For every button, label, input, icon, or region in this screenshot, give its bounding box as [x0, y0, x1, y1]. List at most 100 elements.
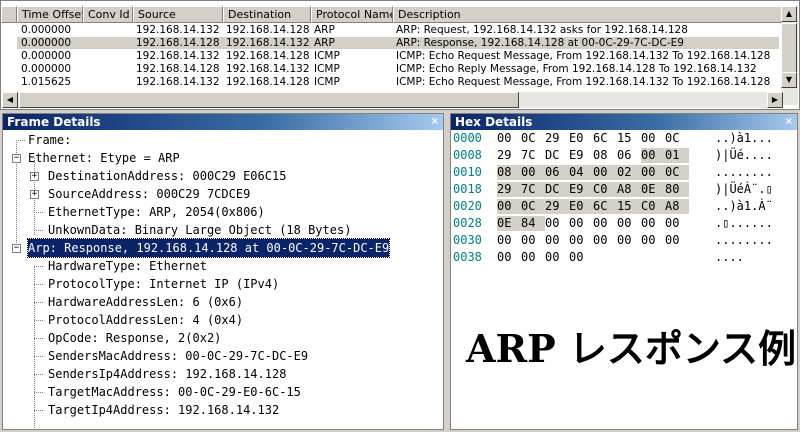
hex-byte[interactable]: 00	[497, 199, 521, 214]
scroll-up-icon[interactable]: ▲	[781, 6, 797, 22]
tree-item-target-mac[interactable]: TargetMacAddress: 00-0C-29-E0-6C-15	[48, 383, 301, 401]
hex-byte[interactable]: 0E	[497, 216, 521, 231]
hex-byte[interactable]: 00	[617, 216, 641, 231]
close-icon[interactable]: ×	[431, 114, 439, 130]
tree-item-opcode[interactable]: OpCode: Response, 2(0x2)	[48, 329, 221, 347]
hex-row[interactable]: 0010 08 00 06 04 00 02 00 0C........	[453, 165, 773, 182]
hex-byte[interactable]: 00	[545, 216, 569, 231]
column-header-protocol-name[interactable]: Protocol Name	[311, 6, 393, 23]
tree-item-source-address[interactable]: SourceAddress: 000C29 7CDCE9	[48, 185, 250, 203]
hex-byte[interactable]: 00	[569, 250, 593, 265]
expand-icon[interactable]: +	[30, 190, 39, 199]
expand-icon[interactable]: +	[30, 172, 39, 181]
hex-byte[interactable]: 00	[617, 233, 641, 248]
hex-byte[interactable]: 06	[617, 148, 641, 163]
hex-byte[interactable]: 80	[665, 182, 689, 197]
hex-byte[interactable]: 29	[497, 148, 521, 163]
tree-item-ethernet-type[interactable]: EthernetType: ARP, 2054(0x806)	[48, 203, 265, 221]
hex-byte[interactable]: 15	[617, 131, 641, 146]
hex-byte[interactable]: 7C	[521, 182, 545, 197]
hex-byte[interactable]: 02	[617, 165, 641, 180]
hex-byte[interactable]: A8	[665, 199, 689, 214]
hex-byte[interactable]: 29	[545, 199, 569, 214]
hex-byte[interactable]: 0C	[521, 199, 545, 214]
hex-byte[interactable]: E0	[569, 199, 593, 214]
table-row[interactable]: 0.000000 192.168.14.132 192.168.14.128 I…	[17, 50, 779, 62]
table-row[interactable]: 0.000000 192.168.14.128 192.168.14.132 I…	[17, 63, 779, 75]
hex-byte[interactable]: 15	[617, 199, 641, 214]
hex-byte[interactable]: 00	[497, 250, 521, 265]
tree-item-senders-mac[interactable]: SendersMacAddress: 00-0C-29-7C-DC-E9	[48, 347, 308, 365]
hex-byte[interactable]: DC	[545, 148, 569, 163]
hex-byte[interactable]: A8	[617, 182, 641, 197]
hex-byte[interactable]: 00	[521, 165, 545, 180]
column-header-source[interactable]: Source	[133, 6, 223, 23]
table-row-selected[interactable]: 0.000000 192.168.14.128 192.168.14.132 A…	[17, 37, 779, 49]
hex-byte[interactable]: 00	[545, 250, 569, 265]
hex-byte[interactable]: 00	[497, 131, 521, 146]
hex-byte[interactable]: 08	[593, 148, 617, 163]
scroll-down-icon[interactable]: ▼	[781, 72, 797, 88]
hex-row[interactable]: 0030 00 00 00 00 00 00 00 00........	[453, 233, 773, 250]
hex-dump[interactable]: 0000 00 0C 29 E0 6C 15 00 0C ..)à1... 0008 29 7C DC E9…	[451, 131, 797, 271]
column-header-destination[interactable]: Destination	[223, 6, 311, 23]
hex-row[interactable]: 0000 00 0C 29 E0 6C 15 00 0C ..)à1...	[453, 131, 773, 148]
hex-byte[interactable]: 0C	[665, 131, 689, 146]
tree-item-hardware-type[interactable]: HardwareType: Ethernet	[48, 257, 207, 275]
scroll-right-icon[interactable]: ▶	[767, 92, 783, 108]
hex-byte[interactable]: 00	[593, 216, 617, 231]
hex-byte[interactable]: 06	[545, 165, 569, 180]
table-row[interactable]: 0.000000 192.168.14.132 192.168.14.128 A…	[17, 24, 779, 36]
hex-byte[interactable]: 01	[665, 148, 689, 163]
hex-byte[interactable]: 7C	[521, 148, 545, 163]
hex-byte[interactable]: 00	[593, 165, 617, 180]
close-icon[interactable]: ×	[785, 114, 793, 130]
column-header-conv-id[interactable]: Conv Id	[83, 6, 133, 23]
table-row[interactable]: 1.015625 192.168.14.132 192.168.14.128 I…	[17, 76, 779, 88]
hex-byte[interactable]: 0C	[521, 131, 545, 146]
hex-byte[interactable]: 00	[641, 131, 665, 146]
hex-byte[interactable]: C0	[641, 199, 665, 214]
hex-row[interactable]: 0038 00 00 00 00....	[453, 250, 744, 267]
hex-byte[interactable]: 00	[569, 233, 593, 248]
hex-byte[interactable]: E0	[569, 131, 593, 146]
hex-byte[interactable]: 00	[641, 216, 665, 231]
hex-row[interactable]: 0020 00 0C 29 E0 6C 15 C0 A8 ..)à1.À¨	[453, 199, 773, 216]
hex-byte[interactable]: 00	[665, 233, 689, 248]
hex-byte[interactable]: 04	[569, 165, 593, 180]
frame-summary-list[interactable]: Time Offset Conv Id Source Destination P…	[0, 0, 800, 110]
hex-byte[interactable]: 0E	[641, 182, 665, 197]
hex-byte[interactable]: E9	[569, 148, 593, 163]
hex-byte[interactable]: 84	[521, 216, 545, 231]
tree-item-destination-address[interactable]: DestinationAddress: 000C29 E06C15	[48, 167, 286, 185]
tree-item-hardware-address-len[interactable]: HardwareAddressLen: 6 (0x6)	[48, 293, 243, 311]
hex-byte[interactable]: 0C	[665, 165, 689, 180]
hex-byte[interactable]: E9	[569, 182, 593, 197]
hex-row[interactable]: 0008 29 7C DC E9 08 06 00 01)|Üé....	[453, 148, 773, 165]
hex-byte[interactable]: 00	[569, 216, 593, 231]
column-header-description[interactable]: Description	[393, 6, 783, 23]
vertical-scrollbar[interactable]: ▲ ▼	[781, 6, 798, 105]
hex-byte[interactable]: 29	[545, 131, 569, 146]
hex-row[interactable]: 0018 29 7C DC E9 C0 A8 0E 80)|ÜéÀ¨.▯	[453, 182, 773, 199]
horizontal-scroll-thumb[interactable]	[19, 92, 519, 108]
hex-byte[interactable]: 00	[521, 250, 545, 265]
hex-byte[interactable]: 00	[521, 233, 545, 248]
hex-byte[interactable]: 00	[665, 216, 689, 231]
hex-byte[interactable]: 00	[545, 233, 569, 248]
collapse-icon[interactable]: −	[12, 244, 21, 253]
column-header-time-offset[interactable]: Time Offset	[17, 6, 83, 23]
hex-byte[interactable]: 00	[593, 233, 617, 248]
collapse-icon[interactable]: −	[12, 154, 21, 163]
tree-item-senders-ip[interactable]: SendersIp4Address: 192.168.14.128	[48, 365, 286, 383]
hex-byte[interactable]: 00	[641, 148, 665, 163]
tree-item-protocol-address-len[interactable]: ProtocolAddressLen: 4 (0x4)	[48, 311, 243, 329]
horizontal-scrollbar[interactable]: ◀ ▶	[2, 92, 783, 108]
hex-byte[interactable]: 08	[497, 165, 521, 180]
tree-item-target-ip[interactable]: TargetIp4Address: 192.168.14.132	[48, 401, 279, 419]
scroll-left-icon[interactable]: ◀	[2, 92, 18, 108]
tree-item-ethernet[interactable]: Ethernet: Etype = ARP	[28, 149, 180, 167]
hex-byte[interactable]: 6C	[593, 131, 617, 146]
hex-byte[interactable]: C0	[593, 182, 617, 197]
tree-item-unknown-data[interactable]: UnkownData: Binary Large Object (18 Byte…	[48, 221, 351, 239]
